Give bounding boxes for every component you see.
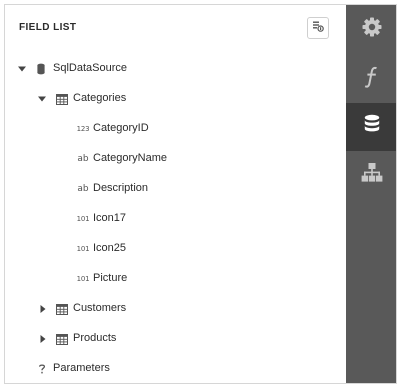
panel-title: FIELD LIST [19, 22, 77, 33]
table-label-products: Products [73, 332, 117, 344]
collapse-arrow-icon[interactable] [38, 304, 48, 314]
add-calculated-field-icon [312, 19, 324, 37]
field-label: Description [93, 182, 149, 194]
numeric-type-icon: 123 [76, 125, 90, 133]
database-icon [363, 114, 381, 141]
binary-type-icon: 101 [76, 215, 90, 223]
table-icon [55, 332, 69, 346]
tree-node-datasource[interactable]: SqlDataSource [5, 54, 346, 84]
database-icon [34, 62, 48, 76]
tab-report-explorer[interactable] [346, 151, 396, 199]
table-icon [55, 302, 69, 316]
field-label: Picture [93, 272, 128, 284]
table-label-customers: Customers [73, 302, 127, 314]
expand-arrow-icon[interactable] [37, 94, 47, 104]
tree-node-products[interactable]: Products [5, 324, 346, 354]
tree-node-categories[interactable]: Categories [5, 84, 346, 114]
parameters-icon [35, 362, 49, 376]
tree-field-icon25[interactable]: 101 Icon25 [5, 234, 346, 264]
parameters-label: Parameters [53, 362, 110, 374]
panel-header: FIELD LIST [5, 5, 346, 49]
string-type-icon: ab [77, 154, 89, 164]
field-label: Icon17 [93, 212, 127, 224]
field-list-panel: FIELD LIST SqlDataSource Categories 123 … [4, 4, 397, 384]
gear-icon [361, 16, 383, 43]
tab-field-list[interactable] [346, 103, 396, 151]
table-icon [55, 92, 69, 106]
field-label: Icon25 [93, 242, 127, 254]
table-label-categories: Categories [73, 92, 127, 104]
field-list-content: FIELD LIST SqlDataSource Categories 123 … [5, 5, 346, 383]
tree-field-icon17[interactable]: 101 Icon17 [5, 204, 346, 234]
tab-properties[interactable] [346, 5, 396, 53]
binary-type-icon: 101 [76, 245, 90, 253]
function-icon [361, 65, 383, 94]
field-label: CategoryID [93, 122, 149, 134]
datasource-label: SqlDataSource [53, 62, 127, 74]
binary-type-icon: 101 [76, 275, 90, 283]
tree-field-categoryname[interactable]: ab CategoryName [5, 144, 346, 174]
tab-expressions[interactable] [346, 55, 396, 103]
tree-field-picture[interactable]: 101 Picture [5, 264, 346, 294]
expand-arrow-icon[interactable] [17, 64, 27, 74]
string-type-icon: ab [77, 184, 89, 194]
add-calculated-field-button[interactable] [307, 17, 329, 39]
hierarchy-icon [361, 162, 383, 189]
designer-sidebar [346, 5, 396, 383]
tree-node-customers[interactable]: Customers [5, 294, 346, 324]
tree-field-categoryid[interactable]: 123 CategoryID [5, 114, 346, 144]
tree-field-description[interactable]: ab Description [5, 174, 346, 204]
field-label: CategoryName [93, 152, 167, 164]
tree-node-parameters[interactable]: Parameters [5, 354, 346, 383]
collapse-arrow-icon[interactable] [38, 334, 48, 344]
